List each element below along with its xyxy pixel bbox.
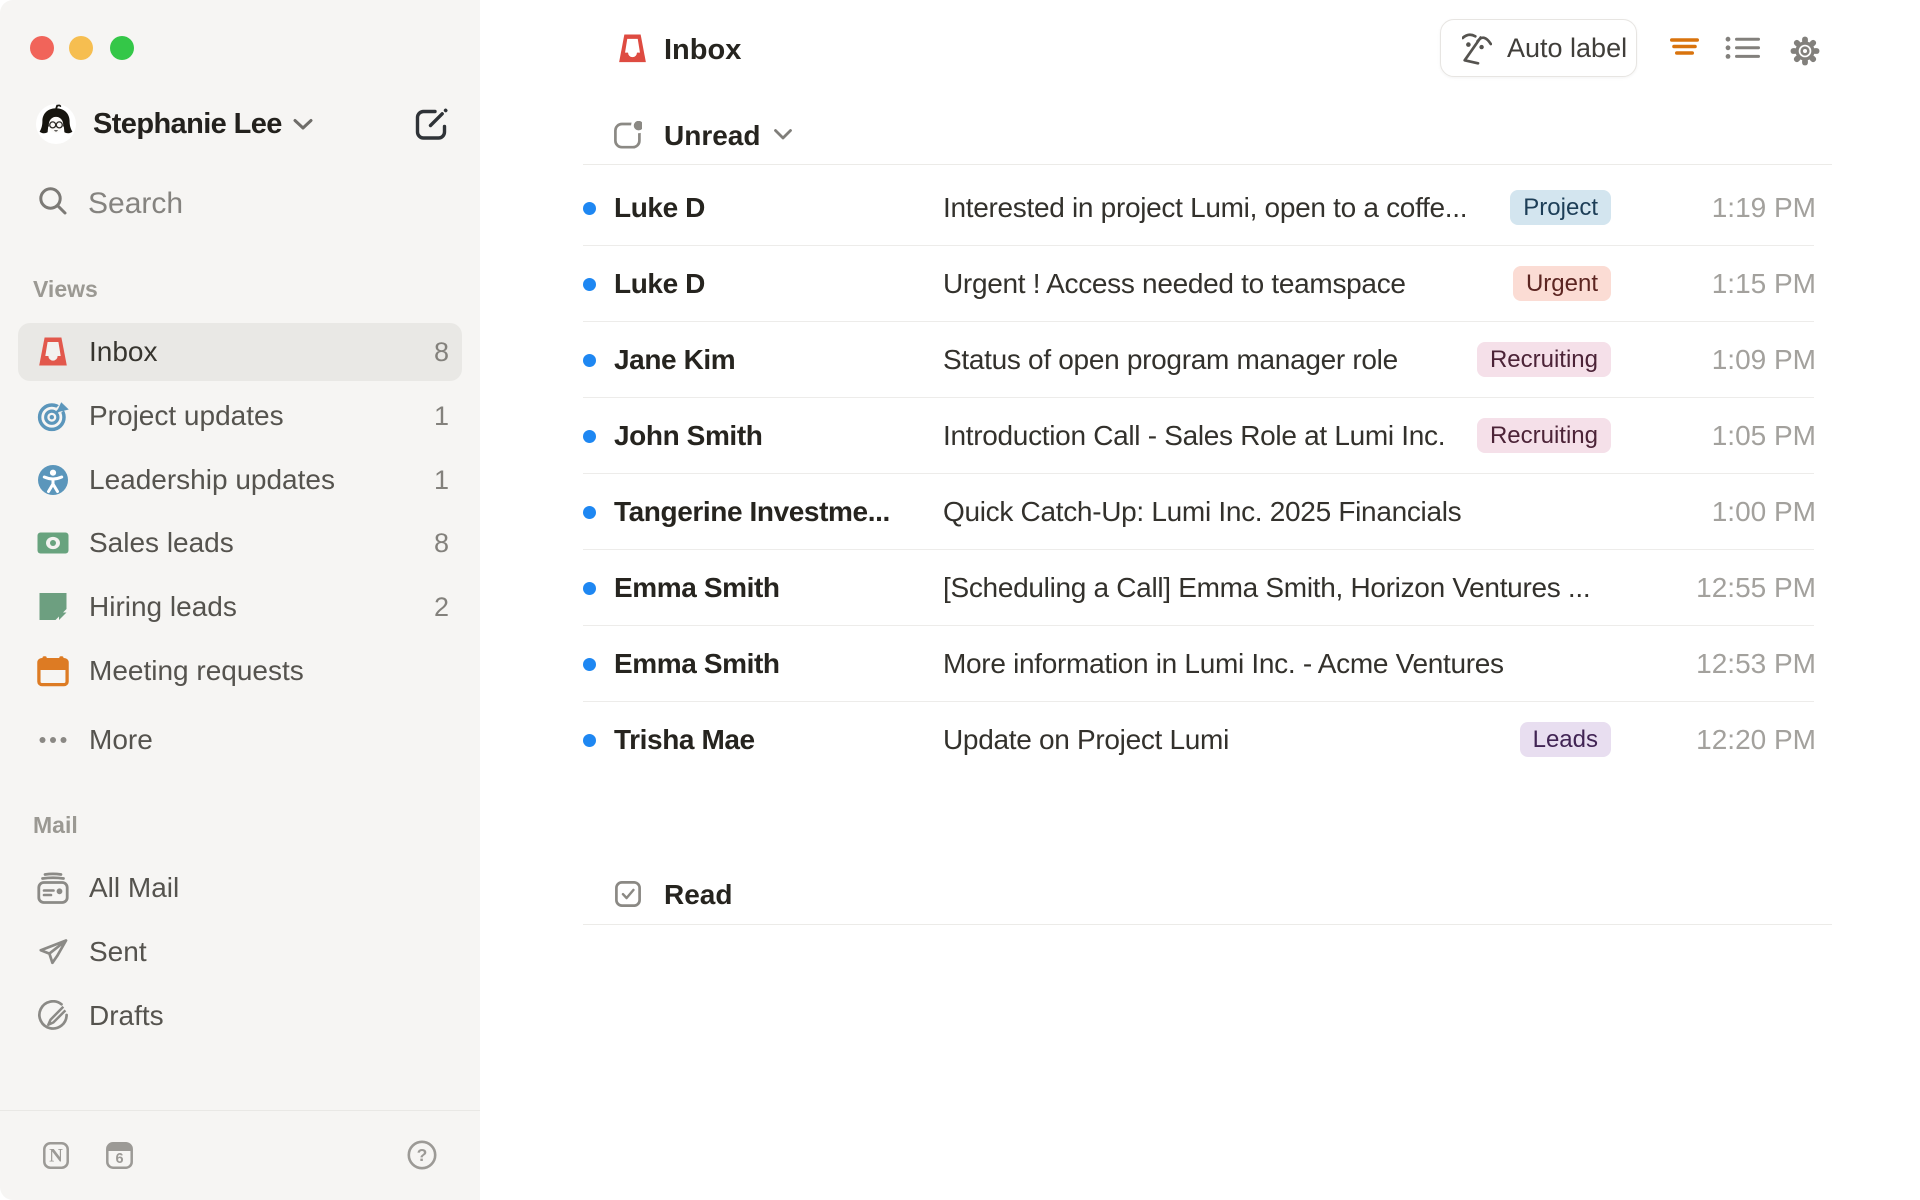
svg-text:6: 6 <box>115 1151 123 1167</box>
svg-text:N: N <box>49 1146 63 1167</box>
svg-text:?: ? <box>417 1145 428 1165</box>
